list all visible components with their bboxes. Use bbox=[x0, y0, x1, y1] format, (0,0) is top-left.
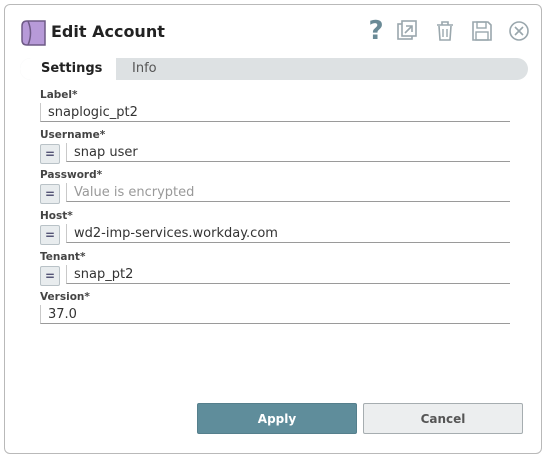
help-icon[interactable]: ? bbox=[363, 18, 389, 44]
password-field-label: Password* bbox=[40, 169, 103, 181]
tab-bar: Settings Info bbox=[20, 58, 528, 80]
tenant-input[interactable]: snap_pt2 bbox=[66, 265, 510, 284]
tab-settings[interactable]: Settings bbox=[20, 58, 116, 80]
version-field-label: Version* bbox=[40, 291, 90, 303]
close-icon[interactable] bbox=[506, 18, 532, 44]
label-input[interactable]: snaplogic_pt2 bbox=[40, 103, 510, 122]
tenant-expression-toggle[interactable]: = bbox=[40, 266, 60, 286]
username-expression-toggle[interactable]: = bbox=[40, 144, 60, 164]
password-expression-toggle[interactable]: = bbox=[40, 184, 60, 204]
label-field-label: Label* bbox=[40, 89, 78, 101]
version-input[interactable]: 37.0 bbox=[40, 305, 510, 324]
apply-button[interactable]: Apply bbox=[197, 403, 357, 434]
cancel-button[interactable]: Cancel bbox=[363, 403, 523, 434]
snap-logo-icon bbox=[21, 20, 46, 46]
tab-info[interactable]: Info bbox=[132, 58, 157, 80]
password-input[interactable]: Value is encrypted bbox=[66, 183, 510, 202]
trash-icon[interactable] bbox=[432, 18, 458, 44]
username-field-label: Username* bbox=[40, 129, 106, 141]
save-icon[interactable] bbox=[469, 18, 495, 44]
export-icon[interactable] bbox=[394, 18, 420, 44]
host-field-label: Host* bbox=[40, 210, 73, 222]
dialog-title: Edit Account bbox=[51, 22, 165, 41]
host-expression-toggle[interactable]: = bbox=[40, 225, 60, 245]
edit-account-dialog: Edit Account ? Settings Info Label* snap… bbox=[4, 4, 542, 454]
host-input[interactable]: wd2-imp-services.workday.com bbox=[66, 224, 510, 243]
username-input[interactable]: snap user bbox=[66, 143, 510, 162]
tenant-field-label: Tenant* bbox=[40, 251, 86, 263]
